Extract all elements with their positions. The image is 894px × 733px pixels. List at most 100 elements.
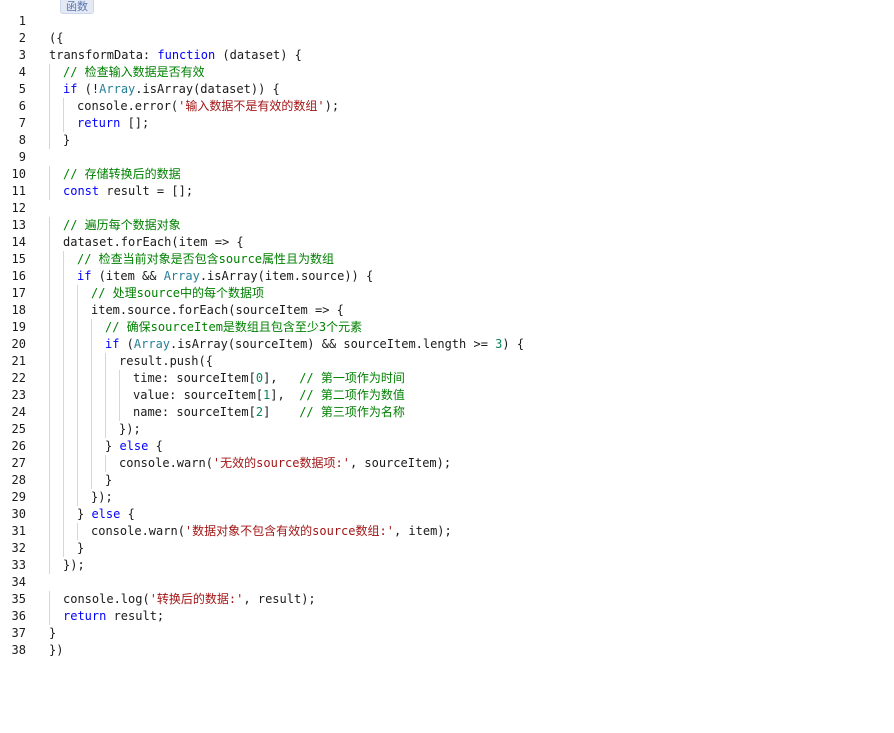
line-number: 11	[11, 184, 26, 198]
line-number: 17	[11, 286, 26, 300]
code-text: }	[77, 540, 84, 557]
indent-guide	[63, 302, 64, 319]
code-token: }	[77, 507, 92, 521]
code-line: 20 if (Array.isArray(sourceItem) && sourc…	[0, 336, 894, 353]
indent-guide	[49, 336, 50, 353]
indent-guide	[49, 506, 50, 523]
line-number: 10	[11, 167, 26, 181]
code-token: result = [];	[99, 184, 194, 198]
line-number: 22	[11, 371, 26, 385]
code-line: 15 // 检查当前对象是否包含source属性且为数组	[0, 251, 894, 268]
indent-guide	[49, 387, 50, 404]
code-text: console.warn('数据对象不包含有效的source数组:', item…	[91, 523, 452, 540]
line-number: 6	[18, 99, 26, 113]
code-token: }	[63, 133, 71, 147]
code-token: // 确保sourceItem是数组且包含至少3个元素	[105, 320, 363, 334]
line-number: 35	[11, 592, 26, 606]
code-line: 36 return result;	[0, 608, 894, 625]
code-token: });	[91, 490, 113, 504]
indent-guide	[49, 472, 50, 489]
indent-guide	[63, 421, 64, 438]
indent-guide	[119, 370, 120, 387]
code-token: , result);	[243, 592, 316, 606]
code-line: 12	[0, 200, 894, 217]
indent-guide	[49, 251, 50, 268]
code-text: if (item && Array.isArray(item.source)) …	[77, 268, 373, 285]
code-text: // 遍历每个数据对象	[63, 217, 181, 234]
code-token: }	[105, 473, 113, 487]
line-number: 2	[18, 31, 26, 45]
indent-guide	[49, 523, 50, 540]
code-token: console.error(	[77, 99, 179, 113]
line-number: 16	[11, 269, 26, 283]
code-line: 34	[0, 574, 894, 591]
code-line: 28}	[0, 472, 894, 489]
code-token: const	[63, 184, 100, 198]
indent-guide	[49, 64, 50, 81]
code-line: 7 return [];	[0, 115, 894, 132]
indent-guide	[77, 370, 78, 387]
code-token: .isArray(item.source)) {	[199, 269, 374, 283]
indent-guide	[91, 421, 92, 438]
code-text: return [];	[77, 115, 149, 132]
code-line: 16 if (item && Array.isArray(item.source)…	[0, 268, 894, 285]
indent-guide	[105, 421, 106, 438]
code-line: 23 value: sourceItem[1], // 第二项作为数值	[0, 387, 894, 404]
code-line: 5 if (!Array.isArray(dataset)) {	[0, 81, 894, 98]
line-number: 29	[11, 490, 26, 504]
indent-guide	[63, 285, 64, 302]
line-number: 1	[18, 14, 26, 28]
indent-guide	[91, 370, 92, 387]
indent-guide	[49, 234, 50, 251]
indent-guide	[63, 540, 64, 557]
indent-guide	[91, 438, 92, 455]
indent-guide	[49, 353, 50, 370]
line-number: 36	[11, 609, 26, 623]
indent-guide	[77, 302, 78, 319]
code-text: value: sourceItem[1], // 第二项作为数值	[133, 387, 405, 404]
code-line: 35 console.log('转换后的数据:', result);	[0, 591, 894, 608]
indent-guide	[49, 608, 50, 625]
line-number: 12	[11, 201, 26, 215]
code-text: item.source.forEach(sourceItem => {	[91, 302, 344, 319]
code-line: 29});	[0, 489, 894, 506]
code-token: Array	[163, 269, 200, 283]
indent-guide	[77, 404, 78, 421]
code-token: // 检查当前对象是否包含source属性且为数组	[77, 252, 335, 266]
code-token: name: sourceItem[	[133, 405, 256, 419]
code-line: 3 transformData: function (dataset) {	[0, 47, 894, 64]
indent-guide	[119, 404, 120, 421]
code-line: 14 dataset.forEach(item => {	[0, 234, 894, 251]
code-token: if	[105, 337, 120, 351]
indent-guide	[119, 387, 120, 404]
code-token: if	[63, 82, 78, 96]
indent-guide	[63, 455, 64, 472]
code-editor[interactable]: 1 2({3 transformData: function (dataset) {…	[0, 13, 894, 659]
code-text: ({	[49, 30, 63, 47]
indent-guide	[49, 438, 50, 455]
line-number: 14	[11, 235, 26, 249]
line-number: 21	[11, 354, 26, 368]
line-number: 19	[11, 320, 26, 334]
code-text: dataset.forEach(item => {	[63, 234, 244, 251]
code-token: result;	[106, 609, 165, 623]
line-number: 8	[18, 133, 26, 147]
indent-guide	[49, 217, 50, 234]
indent-guide	[77, 455, 78, 472]
code-token: '无效的source数据项:'	[212, 456, 350, 470]
code-line: 22 time: sourceItem[0], // 第一项作为时间	[0, 370, 894, 387]
function-tag: 函数	[60, 0, 94, 14]
code-line: 4 // 检查输入数据是否有效	[0, 64, 894, 81]
indent-guide	[105, 353, 106, 370]
code-token: );	[324, 99, 340, 113]
code-line: 10 // 存储转换后的数据	[0, 166, 894, 183]
code-token: transformData:	[49, 48, 158, 62]
indent-guide	[63, 115, 64, 132]
code-token: else	[119, 439, 149, 453]
line-number: 20	[11, 337, 26, 351]
line-number: 33	[11, 558, 26, 572]
code-token: [];	[120, 116, 150, 130]
indent-guide	[63, 353, 64, 370]
indent-guide	[63, 387, 64, 404]
code-token: {	[120, 507, 135, 521]
